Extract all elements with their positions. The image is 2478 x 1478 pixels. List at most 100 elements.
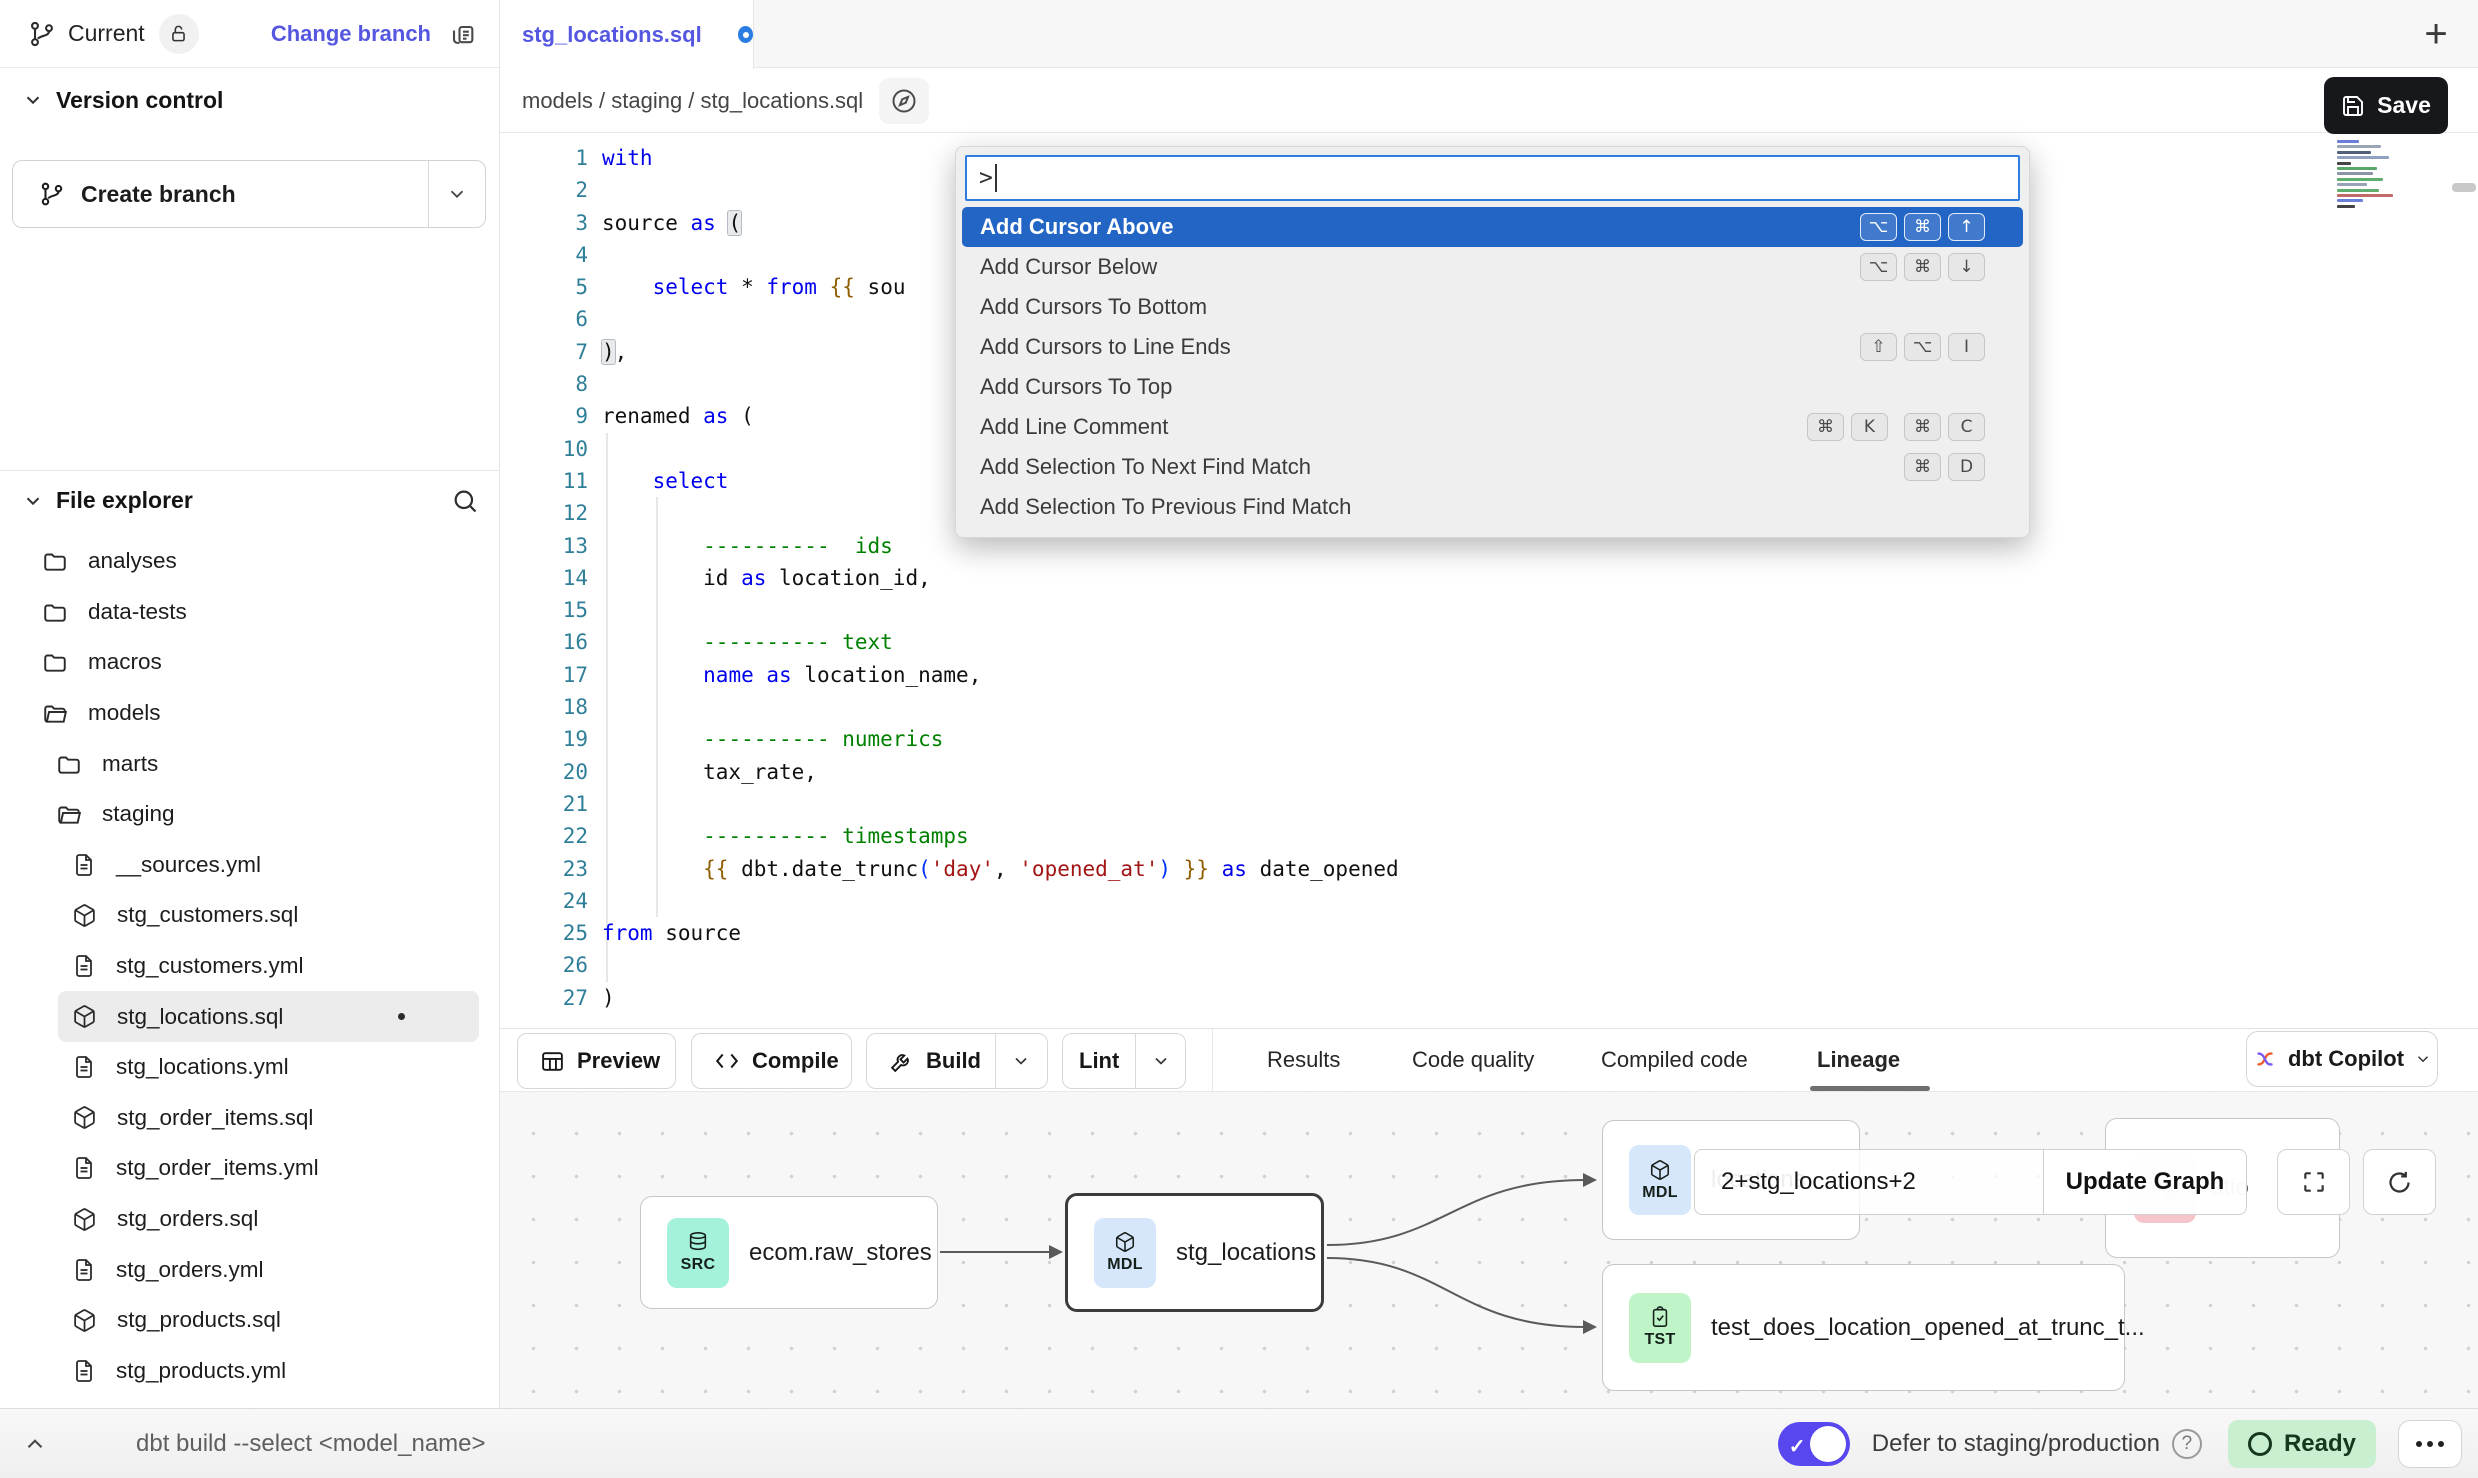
line-number: 25: [500, 917, 588, 949]
code-line[interactable]: ---------- numerics: [602, 723, 1399, 755]
save-button[interactable]: Save: [2324, 77, 2448, 134]
lint-button[interactable]: Lint: [1062, 1033, 1186, 1089]
clipboard-check-icon: [1649, 1306, 1671, 1328]
copy-icon[interactable]: [449, 20, 477, 48]
palette-item-label: Add Line Comment: [980, 414, 1168, 440]
new-tab-button[interactable]: +: [2412, 10, 2460, 58]
code-line[interactable]: {{ dbt.date_trunc('day', 'opened_at') }}…: [602, 853, 1399, 885]
palette-item-label: Add Cursor Below: [980, 254, 1157, 280]
file-name: macros: [88, 649, 162, 675]
code-line[interactable]: name as location_name,: [602, 659, 1399, 691]
lineage-node-stg-locations[interactable]: MDL stg_locations: [1065, 1193, 1324, 1312]
code-line[interactable]: ​: [602, 788, 1399, 820]
cli-command-text[interactable]: dbt build --select <model_name>: [136, 1430, 486, 1458]
line-number: 3: [500, 207, 588, 239]
file-tree-item[interactable]: staging: [0, 789, 499, 840]
refresh-button[interactable]: [2363, 1149, 2436, 1215]
lineage-selector-input[interactable]: [1695, 1150, 2043, 1214]
key-cap: ⌥: [1860, 213, 1897, 241]
create-branch-main[interactable]: Create branch: [13, 161, 428, 227]
code-line[interactable]: ​: [602, 691, 1399, 723]
file-tree-item[interactable]: stg_products.yml: [0, 1346, 499, 1397]
defer-toggle[interactable]: ✓: [1778, 1422, 1850, 1466]
file-tree-item[interactable]: stg_order_items.sql: [0, 1093, 499, 1144]
compass-icon[interactable]: [879, 78, 929, 124]
tab-lineage[interactable]: Lineage: [1817, 1029, 1900, 1091]
toggle-knob: [1810, 1426, 1846, 1462]
tab-stg-locations[interactable]: stg_locations.sql: [500, 0, 754, 69]
code-line[interactable]: ​: [602, 949, 1399, 981]
build-button[interactable]: Build: [866, 1033, 1048, 1089]
lineage-canvas[interactable]: atio MDL locations SRC ecom.raw_stores M…: [500, 1092, 2478, 1408]
file-name: analyses: [88, 548, 177, 574]
file-tree-item[interactable]: stg_customers.sql: [0, 890, 499, 941]
preview-button[interactable]: Preview: [517, 1033, 676, 1089]
code-line[interactable]: ​: [602, 885, 1399, 917]
code-line[interactable]: ---------- text: [602, 626, 1399, 658]
tab-results[interactable]: Results: [1267, 1029, 1340, 1091]
code-line[interactable]: tax_rate,: [602, 756, 1399, 788]
lint-dropdown[interactable]: [1136, 1034, 1185, 1088]
key-cap: ↑: [1948, 213, 1985, 241]
fullscreen-button[interactable]: [2277, 1149, 2350, 1215]
file-tree-item[interactable]: analyses: [0, 536, 499, 587]
keyboard-shortcut: ⌘K⌘C: [1807, 413, 1985, 441]
help-icon[interactable]: ?: [2172, 1429, 2202, 1459]
file-tree-item[interactable]: macros: [0, 637, 499, 688]
version-control-section-header[interactable]: Version control: [0, 72, 499, 128]
search-icon[interactable]: [451, 487, 479, 515]
line-number: 26: [500, 949, 588, 981]
file-name: stg_products.yml: [116, 1358, 286, 1384]
code-line[interactable]: ​: [602, 594, 1399, 626]
file-tree-item[interactable]: marts: [0, 738, 499, 789]
file-tree-item[interactable]: stg_orders.yml: [0, 1244, 499, 1295]
palette-item[interactable]: Add Cursors To Top: [956, 367, 2029, 407]
file-tree-item[interactable]: stg_orders.sql: [0, 1194, 499, 1245]
scrollbar[interactable]: [2452, 183, 2476, 192]
file-tree-item[interactable]: stg_products.sql: [0, 1295, 499, 1346]
file-tree: analyses data-tests macros modelsmartsstagi…: [0, 536, 499, 1396]
palette-item[interactable]: Add Cursors to Line Ends⇧⌥I: [956, 327, 2029, 367]
update-graph-button[interactable]: Update Graph: [2044, 1150, 2246, 1214]
lineage-node-source[interactable]: SRC ecom.raw_stores: [640, 1196, 938, 1309]
minimap[interactable]: [2337, 140, 2407, 210]
more-options-button[interactable]: [2398, 1420, 2462, 1468]
palette-item[interactable]: Add Cursors To Bottom: [956, 287, 2029, 327]
file-explorer-section-header[interactable]: File explorer: [0, 470, 499, 530]
command-palette-input[interactable]: >: [965, 155, 2020, 201]
code-line[interactable]: from source: [602, 917, 1399, 949]
file-tree-item[interactable]: stg_customers.yml: [0, 941, 499, 992]
dbt-copilot-button[interactable]: dbt Copilot: [2246, 1031, 2438, 1087]
code-line[interactable]: id as location_id,: [602, 562, 1399, 594]
sidebar: Current Change branch Version control Cr…: [0, 0, 500, 1408]
file-tree-item[interactable]: models: [0, 688, 499, 739]
tab-code-quality[interactable]: Code quality: [1412, 1029, 1534, 1091]
palette-item[interactable]: Add Selection To Next Find Match⌘D: [956, 447, 2029, 487]
tab-compiled-code[interactable]: Compiled code: [1601, 1029, 1748, 1091]
code-line[interactable]: ): [602, 982, 1399, 1014]
code-line[interactable]: ---------- timestamps: [602, 820, 1399, 852]
file-tree-item[interactable]: stg_locations.sql: [58, 991, 479, 1042]
file-tree-item[interactable]: stg_locations.yml: [0, 1042, 499, 1093]
file-tree-item[interactable]: stg_order_items.yml: [0, 1143, 499, 1194]
folder-icon: [42, 649, 68, 675]
file-tree-item[interactable]: data-tests: [0, 587, 499, 638]
expand-command-panel-button[interactable]: [22, 1431, 48, 1457]
node-label: stg_locations: [1176, 1239, 1316, 1267]
palette-item[interactable]: Add Cursor Below⌥⌘↓: [956, 247, 2029, 287]
folder-icon: [56, 751, 82, 777]
palette-item[interactable]: Add Line Comment ⌘K⌘C: [956, 407, 2029, 447]
line-number: 20: [500, 756, 588, 788]
line-number: 14: [500, 562, 588, 594]
file-tree-item[interactable]: __sources.yml: [0, 840, 499, 891]
ready-status-badge[interactable]: Ready: [2228, 1420, 2376, 1468]
create-branch-button[interactable]: Create branch: [12, 160, 486, 228]
lineage-node-test[interactable]: TST test_does_location_opened_at_trunc_t…: [1602, 1264, 2125, 1391]
line-number: 16: [500, 626, 588, 658]
palette-item[interactable]: Add Cursor Above⌥⌘↑: [962, 207, 2023, 247]
create-branch-dropdown[interactable]: [429, 161, 485, 227]
build-dropdown[interactable]: [996, 1034, 1046, 1088]
palette-item[interactable]: Add Selection To Previous Find Match: [956, 487, 2029, 527]
change-branch-link[interactable]: Change branch: [271, 21, 431, 47]
compile-button[interactable]: Compile: [691, 1033, 852, 1089]
